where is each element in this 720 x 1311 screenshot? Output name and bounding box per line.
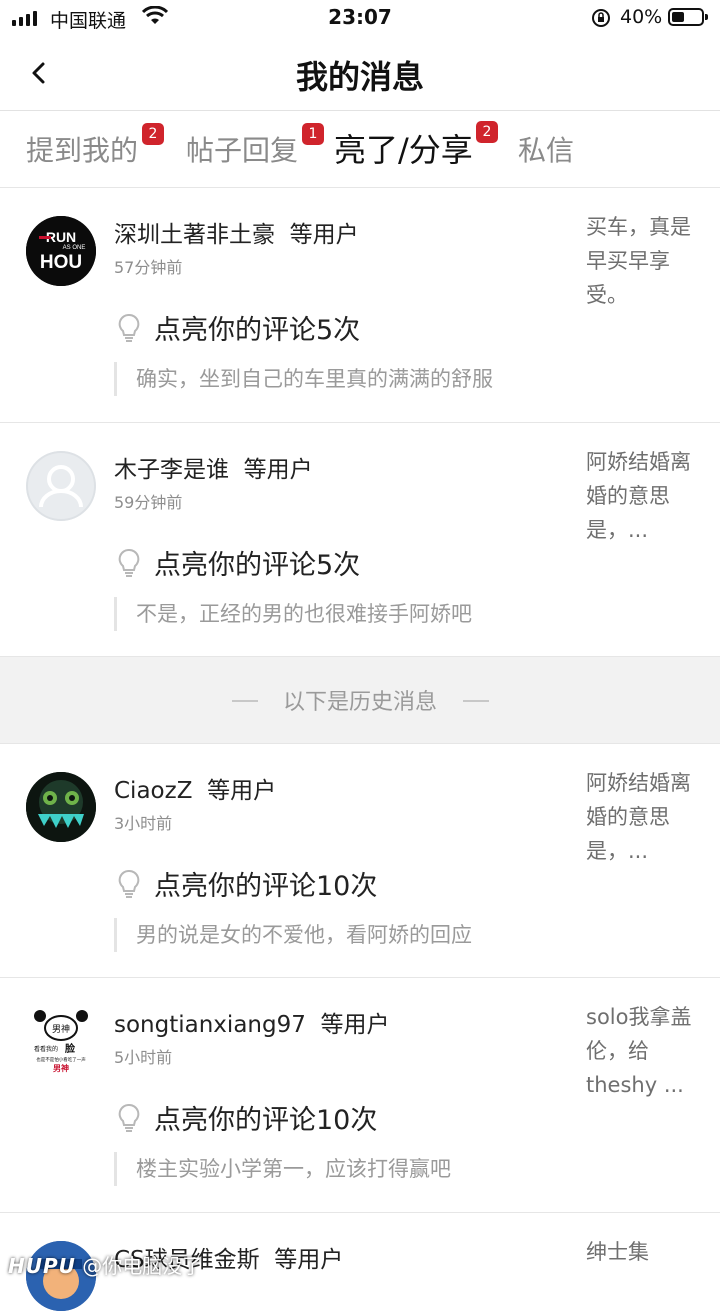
avatar-text: 看看我的 bbox=[34, 1045, 58, 1053]
like-action: 点亮你的评论5次 bbox=[118, 543, 360, 582]
like-action: 点亮你的评论10次 bbox=[118, 1098, 377, 1137]
user-name-line: CiaozZ 等用户 bbox=[114, 771, 276, 805]
user-name[interactable]: 深圳土著非土豪 bbox=[114, 222, 275, 248]
like-action: 点亮你的评论10次 bbox=[118, 864, 377, 903]
clock: 23:07 bbox=[328, 5, 392, 29]
lightbulb-icon bbox=[118, 869, 140, 898]
message-item[interactable]: RUN AS ONE HOU 深圳土著非土豪 等用户 57分钟前 点亮你的评论5… bbox=[0, 188, 720, 423]
nav-bar: 我的消息 bbox=[0, 36, 720, 111]
message-time: 57分钟前 bbox=[114, 258, 183, 277]
page-title: 我的消息 bbox=[295, 58, 424, 96]
post-snippet[interactable]: 阿娇结婚离婚的意思是，... bbox=[586, 445, 704, 547]
avatar-text: 男神 bbox=[52, 1023, 70, 1035]
message-item[interactable]: CiaozZ 等用户 3小时前 点亮你的评论10次 男的说是女的不爱他，看阿娇的… bbox=[0, 744, 720, 978]
avatar-text: 也是不是怕小看吃了一声 bbox=[36, 1056, 86, 1063]
message-item[interactable]: 木子李是谁 等用户 59分钟前 点亮你的评论5次 不是，正经的男的也很难接手阿娇… bbox=[0, 423, 720, 657]
quoted-comment: 楼主实验小学第一，应该打得赢吧 bbox=[114, 1152, 451, 1186]
tab-label: 帖子回复 bbox=[186, 134, 299, 167]
history-divider-label: 以下是历史消息 bbox=[282, 690, 437, 715]
like-text: 点亮你的评论5次 bbox=[154, 550, 361, 581]
avatar-text: 男神 bbox=[53, 1063, 69, 1073]
default-avatar-icon[interactable] bbox=[26, 451, 96, 521]
avatar[interactable]: RUN AS ONE HOU bbox=[26, 216, 96, 286]
user-suffix: 等用户 bbox=[207, 778, 277, 804]
battery-percent: 40% bbox=[620, 6, 663, 28]
tab-likes-shares[interactable]: 亮了/分享 2 bbox=[334, 121, 498, 171]
like-text: 点亮你的评论5次 bbox=[154, 315, 361, 346]
like-text: 点亮你的评论10次 bbox=[154, 1105, 378, 1136]
quoted-comment: 确实，坐到自己的车里真的满满的舒服 bbox=[114, 362, 493, 396]
user-name-line: 木子李是谁 等用户 bbox=[114, 450, 313, 484]
tab-private-messages[interactable]: 私信 bbox=[518, 129, 574, 169]
quoted-comment: 男的说是女的不爱他，看阿娇的回应 bbox=[114, 918, 472, 952]
avatar[interactable] bbox=[26, 772, 96, 842]
user-suffix: 等用户 bbox=[289, 222, 359, 248]
watermark-brand: HUPU bbox=[8, 1254, 76, 1278]
message-time: 5小时前 bbox=[114, 1048, 173, 1067]
rotation-lock-icon bbox=[592, 9, 610, 27]
tab-mentions[interactable]: 提到我的 2 bbox=[26, 123, 164, 169]
unread-badge: 2 bbox=[476, 121, 498, 143]
like-action: 点亮你的评论5次 bbox=[118, 308, 360, 347]
user-name[interactable]: 木子李是谁 bbox=[114, 457, 229, 483]
unread-badge: 1 bbox=[302, 123, 324, 145]
message-time: 3小时前 bbox=[114, 814, 173, 833]
post-snippet[interactable]: 买车，真是早买早享受。 bbox=[586, 210, 704, 312]
user-name[interactable]: CiaozZ bbox=[114, 778, 192, 804]
tab-label: 私信 bbox=[518, 134, 575, 167]
unread-badge: 2 bbox=[142, 123, 164, 145]
watermark: HUPU @你电脑没了 bbox=[8, 1250, 202, 1279]
avatar-text: HOU bbox=[40, 252, 82, 273]
user-name[interactable]: songtianxiang97 bbox=[114, 1012, 306, 1038]
avatar[interactable]: 男神 看看我的 脸 也是不是怕小看吃了一声 男神 bbox=[26, 1006, 96, 1076]
avatar-text: 脸 bbox=[64, 1042, 76, 1055]
post-snippet[interactable]: 阿娇结婚离婚的意思是，... bbox=[586, 766, 704, 868]
message-time: 59分钟前 bbox=[114, 493, 183, 512]
battery-icon bbox=[668, 8, 708, 26]
lightbulb-icon bbox=[118, 1103, 140, 1132]
lightbulb-icon bbox=[118, 313, 140, 342]
tab-label: 亮了/分享 bbox=[334, 131, 473, 169]
status-bar: 中国联通 23:07 40% bbox=[0, 0, 720, 36]
tab-bar: 提到我的 2 帖子回复 1 亮了/分享 2 私信 bbox=[0, 111, 720, 188]
user-suffix: 等用户 bbox=[274, 1247, 344, 1273]
user-name-line: 深圳土著非土豪 等用户 bbox=[114, 215, 359, 249]
watermark-handle: @你电脑没了 bbox=[82, 1254, 203, 1278]
divider-dash bbox=[463, 700, 489, 702]
post-snippet[interactable]: solo我拿盖伦，给theshy ... bbox=[586, 1000, 704, 1102]
like-text: 点亮你的评论10次 bbox=[154, 871, 378, 902]
lightbulb-icon bbox=[118, 548, 140, 577]
user-suffix: 等用户 bbox=[320, 1012, 390, 1038]
history-divider: 以下是历史消息 bbox=[0, 657, 720, 744]
post-snippet[interactable]: 绅士集 bbox=[586, 1235, 704, 1269]
avatar-text: AS ONE bbox=[63, 245, 86, 251]
message-item[interactable]: 男神 看看我的 脸 也是不是怕小看吃了一声 男神 songtianxiang97… bbox=[0, 978, 720, 1213]
user-suffix: 等用户 bbox=[243, 457, 313, 483]
quoted-comment: 不是，正经的男的也很难接手阿娇吧 bbox=[114, 597, 472, 631]
user-name-line: songtianxiang97 等用户 bbox=[114, 1005, 389, 1039]
tab-replies[interactable]: 帖子回复 1 bbox=[186, 123, 324, 169]
tab-label: 提到我的 bbox=[26, 134, 139, 167]
